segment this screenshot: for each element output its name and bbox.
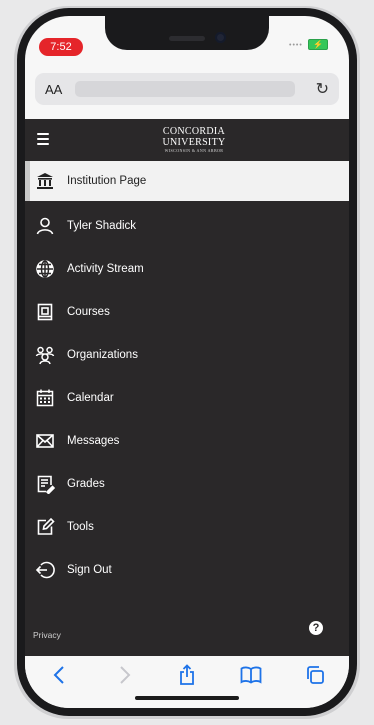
courses-icon [35, 302, 55, 322]
sign-out-icon [35, 560, 55, 580]
menu-item-activity-stream[interactable]: Activity Stream [25, 247, 349, 290]
logo-line-2: UNIVERSITY [162, 137, 226, 148]
reload-icon[interactable]: ↻ [316, 79, 329, 99]
menu-label: Tyler Shadick [67, 219, 137, 232]
menu-item-calendar[interactable]: Calendar [25, 376, 349, 419]
share-icon[interactable] [175, 664, 199, 686]
app-header: CONCORDIA UNIVERSITY WISCONSIN & ANN ARB… [25, 119, 349, 161]
menu-item-messages[interactable]: Messages [25, 419, 349, 462]
menu-item-organizations[interactable]: Organizations [25, 333, 349, 376]
main-menu: Institution Page Tyler Shadick Activity … [25, 161, 349, 591]
grades-icon [35, 474, 55, 494]
logo-line-1: CONCORDIA [162, 126, 226, 137]
institution-icon [35, 171, 55, 191]
app-panel: CONCORDIA UNIVERSITY WISCONSIN & ANN ARB… [25, 119, 349, 656]
menu-item-profile[interactable]: Tyler Shadick [25, 204, 349, 247]
globe-icon [35, 259, 55, 279]
menu-label: Courses [67, 305, 110, 318]
menu-label: Sign Out [67, 563, 112, 576]
forward-icon[interactable] [113, 664, 137, 686]
bookmarks-icon[interactable] [239, 664, 263, 686]
menu-label: Institution Page [67, 175, 147, 187]
menu-label: Messages [67, 434, 120, 447]
phone-screen: 7:52 •••• ⚡ AA ↻ CONCORDIA UNIVERSITY WI… [25, 16, 349, 708]
text-size-button[interactable]: AA [45, 82, 62, 97]
envelope-icon [35, 431, 55, 451]
help-icon[interactable]: ? [309, 621, 323, 635]
tabs-icon[interactable] [303, 664, 327, 686]
safari-toolbar [25, 656, 349, 708]
calendar-icon [35, 388, 55, 408]
menu-item-grades[interactable]: Grades [25, 462, 349, 505]
notch [105, 16, 269, 50]
privacy-link[interactable]: Privacy [33, 630, 61, 640]
back-icon[interactable] [47, 664, 71, 686]
menu-item-tools[interactable]: Tools [25, 505, 349, 548]
menu-label: Organizations [67, 348, 138, 361]
browser-address-bar[interactable]: AA ↻ [35, 73, 339, 105]
url-field[interactable] [75, 81, 295, 97]
university-logo[interactable]: CONCORDIA UNIVERSITY WISCONSIN & ANN ARB… [149, 126, 239, 153]
camera [215, 32, 226, 43]
menu-label: Tools [67, 520, 94, 533]
menu-item-institution-page[interactable]: Institution Page [25, 161, 349, 201]
organizations-icon [35, 345, 55, 365]
menu-item-courses[interactable]: Courses [25, 290, 349, 333]
menu-label: Activity Stream [67, 262, 144, 275]
speaker [169, 36, 205, 41]
menu-label: Grades [67, 477, 105, 490]
user-icon [35, 216, 55, 236]
battery-icon: ⚡ [308, 39, 328, 50]
tools-icon [35, 517, 55, 537]
signal-icon: •••• [289, 42, 303, 49]
status-time: 7:52 [39, 38, 83, 56]
hamburger-menu-icon[interactable] [37, 133, 49, 145]
menu-label: Calendar [67, 391, 114, 404]
logo-line-3: WISCONSIN & ANN ARBOR [164, 148, 224, 153]
menu-item-sign-out[interactable]: Sign Out [25, 548, 349, 591]
home-indicator [135, 696, 239, 700]
